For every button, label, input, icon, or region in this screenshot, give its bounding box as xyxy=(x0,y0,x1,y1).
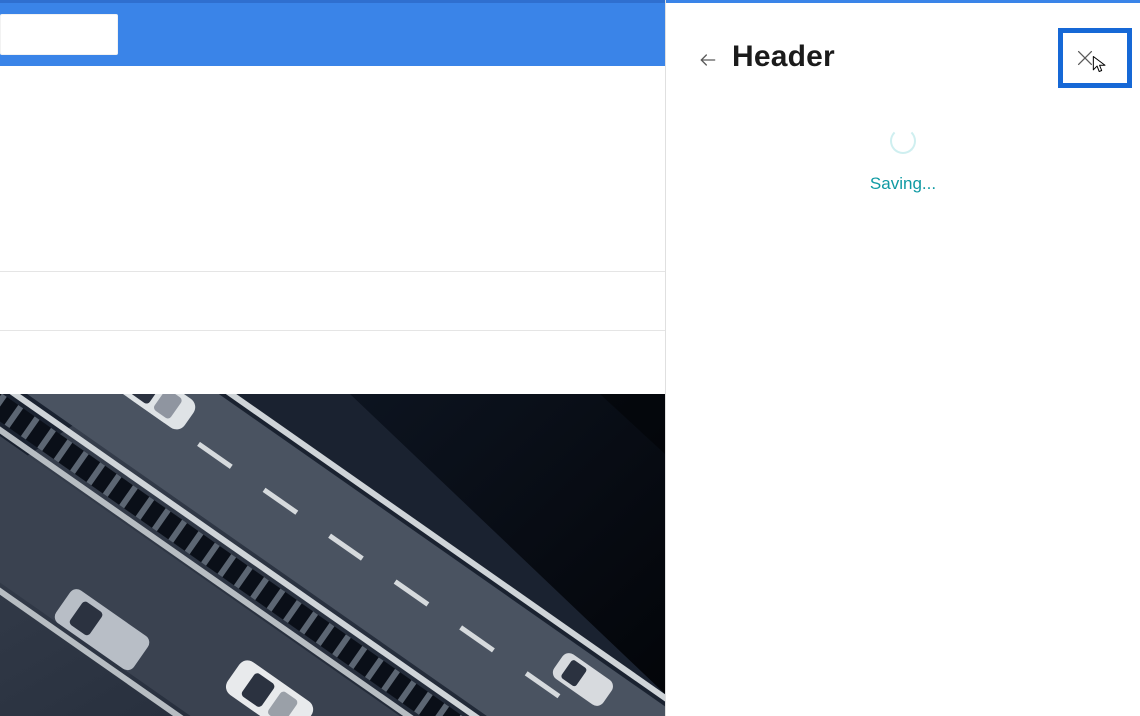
close-button[interactable] xyxy=(1058,28,1132,88)
header-settings-panel: Header Saving... xyxy=(665,0,1140,716)
back-button[interactable] xyxy=(696,48,720,72)
page-body xyxy=(0,66,665,716)
ribbon-input[interactable] xyxy=(0,14,118,55)
status-area: Saving... xyxy=(666,128,1140,194)
hero-image xyxy=(0,394,665,716)
status-text: Saving... xyxy=(870,174,936,194)
divider xyxy=(0,271,665,272)
main-page xyxy=(0,0,665,716)
spinner-icon xyxy=(890,128,916,154)
arrow-left-icon xyxy=(698,50,718,70)
top-ribbon xyxy=(0,0,665,66)
panel-header: Header xyxy=(666,0,1140,92)
divider xyxy=(0,330,665,331)
panel-title: Header xyxy=(732,40,835,74)
cursor-icon xyxy=(1090,54,1110,74)
